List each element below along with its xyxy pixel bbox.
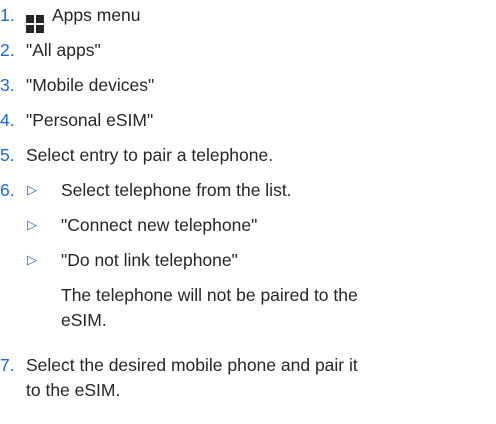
step-text: Apps menu [26, 2, 141, 33]
step-text: Select entry to pair a telephone. [26, 145, 274, 165]
apps-menu-label: Apps menu [52, 5, 141, 25]
step-text: Select telephone from the list. [61, 180, 292, 200]
step-text: "Personal eSIM" [26, 110, 154, 130]
note-text: eSIM. [61, 310, 107, 330]
triangle-right-icon: ▷ [27, 217, 37, 232]
instruction-list: 1. Apps menu 2. "All apps" 3. "Mobile de… [0, 0, 496, 424]
step-text: "All apps" [26, 40, 101, 60]
step-text: to the eSIM. [26, 380, 121, 400]
step-text: Select the desired mobile phone and pair… [26, 355, 358, 375]
step-number: 7. [0, 355, 15, 375]
sub-option-text: "Do not link telephone" [61, 250, 238, 270]
triangle-right-icon: ▷ [27, 252, 37, 267]
triangle-right-icon: ▷ [27, 182, 37, 197]
step-number: 1. [0, 5, 15, 25]
note-text: The telephone will not be paired to the [61, 285, 358, 305]
step-number: 2. [0, 40, 15, 60]
step-number: 6. [0, 180, 15, 200]
sub-option-text: "Connect new telephone" [61, 215, 258, 235]
step-text: "Mobile devices" [26, 75, 155, 95]
step-number: 5. [0, 145, 15, 165]
step-number: 4. [0, 110, 15, 130]
step-number: 3. [0, 75, 15, 95]
apps-grid-icon [26, 15, 44, 33]
